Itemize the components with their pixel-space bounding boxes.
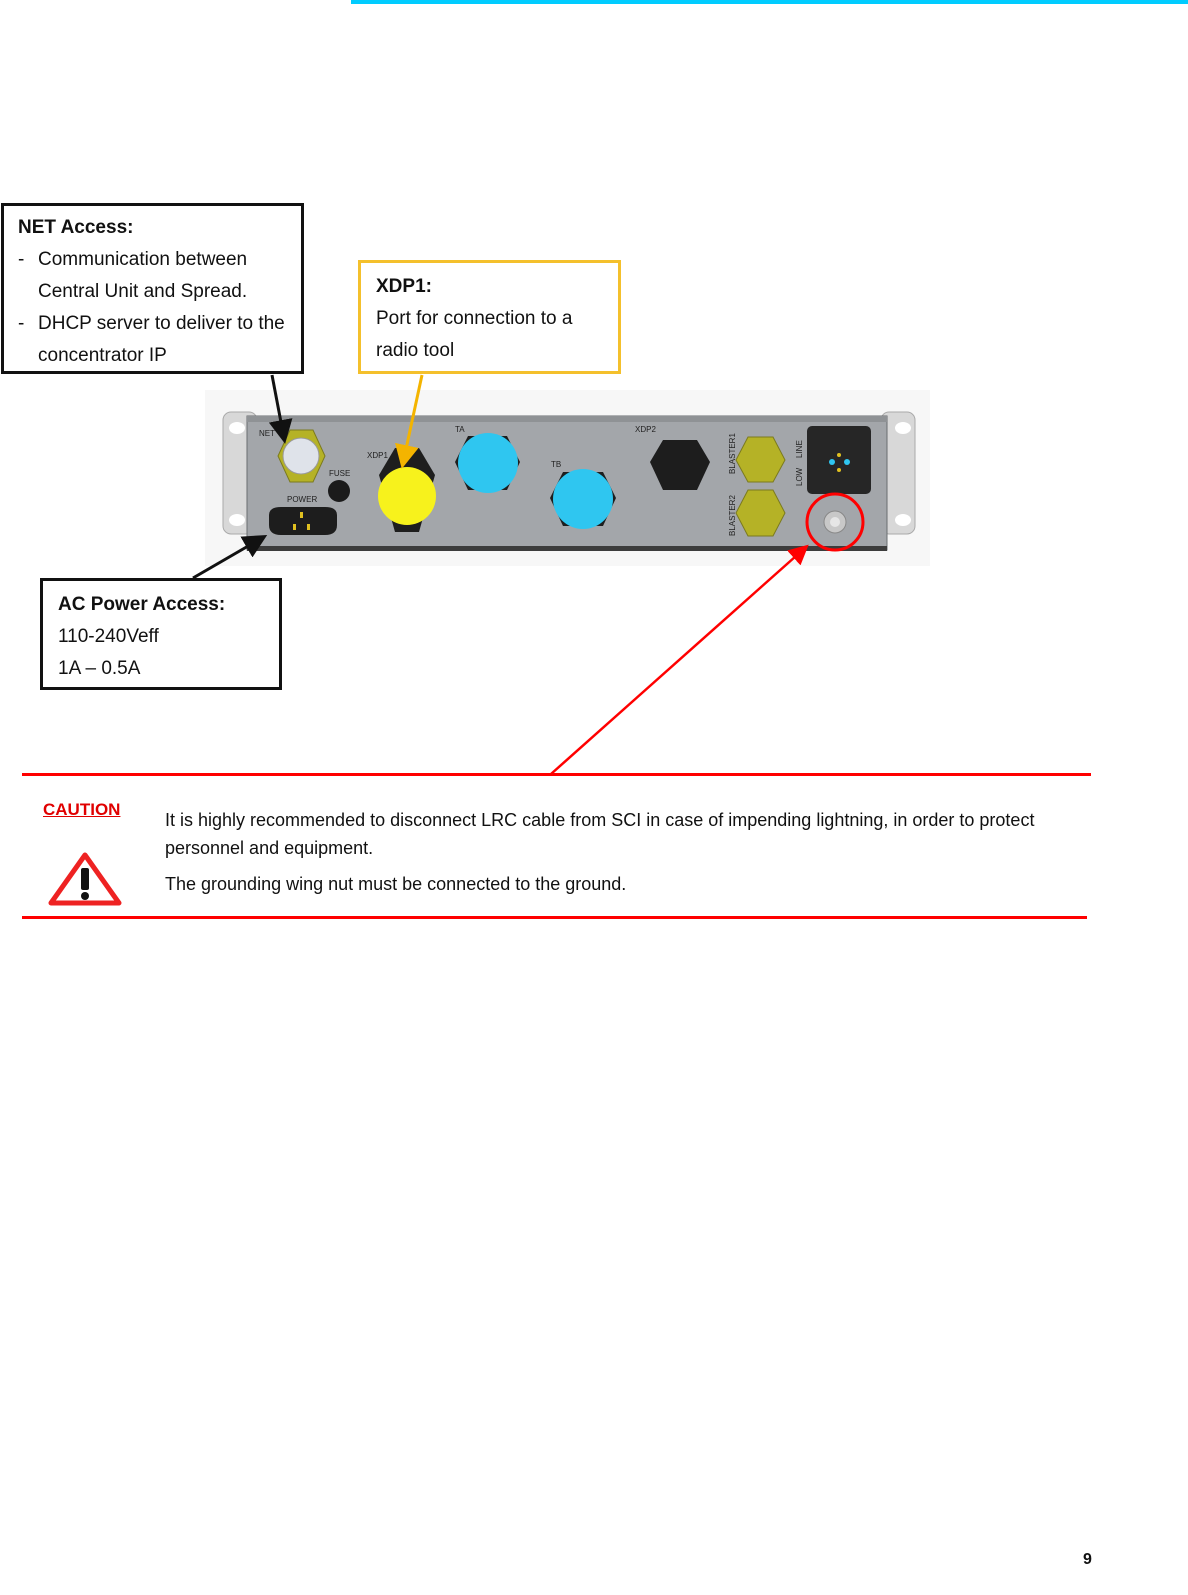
ta-port-label: TA [455, 425, 465, 434]
chassis-bottom-edge [247, 546, 887, 551]
line-label: LINE [795, 440, 804, 458]
xdp1-connector [378, 467, 436, 525]
power-inlet [269, 507, 337, 535]
blaster2-label: BLASTER2 [728, 495, 737, 536]
header-accent-bar [351, 0, 1188, 4]
power-pin [300, 512, 303, 518]
page-number: 9 [1083, 1551, 1092, 1568]
blaster1-label: BLASTER1 [728, 433, 737, 474]
power-pin [307, 524, 310, 530]
ac-power-current: 1A – 0.5A [58, 658, 141, 679]
lrc-pin [837, 468, 841, 472]
xdp2-port-label: XDP2 [635, 425, 656, 434]
caution-paragraph: It is highly recommended to disconnect L… [165, 810, 1035, 858]
caution-label: CAUTION [43, 800, 121, 819]
power-pin [293, 524, 296, 530]
rack-ear-hole [895, 422, 911, 434]
net-access-list: Communication between Central Unit and S… [18, 244, 287, 372]
grounding-nut-center [830, 517, 840, 527]
low-label: LOW [795, 467, 804, 486]
rack-ear-hole [229, 422, 245, 434]
lrc-connector [807, 426, 871, 494]
net-access-callout: NET Access: Communication between Centra… [1, 203, 304, 374]
net-access-item: Communication between Central Unit and S… [18, 244, 287, 308]
ta-connector [458, 433, 518, 493]
device-rear-panel-image: NET FUSE POWER XDP1 TA TB XDP2 BLASTER1 … [205, 390, 930, 566]
caution-paragraph: The grounding wing nut must be connected… [165, 874, 627, 894]
net-connector [282, 437, 320, 475]
grounding-arrow [550, 544, 809, 775]
xdp1-callout: XDP1: Port for connection to a radio too… [358, 260, 621, 374]
net-access-item: DHCP server to deliver to the concentrat… [18, 308, 287, 372]
tb-port-label: TB [551, 460, 561, 469]
ac-power-voltage: 110-240Veff [58, 626, 159, 647]
chassis-top-edge [247, 416, 887, 422]
xdp1-title: XDP1: [376, 276, 432, 297]
lrc-pin [829, 459, 835, 465]
warning-triangle-icon [48, 852, 122, 906]
net-access-title: NET Access: [18, 217, 134, 238]
lrc-pin [844, 459, 850, 465]
xdp1-port-label: XDP1 [367, 451, 388, 460]
rack-ear-hole [895, 514, 911, 526]
rack-ear-hole [229, 514, 245, 526]
net-port-label: NET [259, 429, 275, 438]
caution-bottom-rule [22, 916, 1087, 919]
fuse-label: FUSE [329, 469, 350, 478]
caution-text: It is highly recommended to disconnect L… [165, 806, 1085, 906]
rear-panel-drawing: NET FUSE POWER XDP1 TA TB XDP2 BLASTER1 … [222, 411, 916, 551]
xdp1-description: Port for connection to a radio tool [376, 308, 573, 361]
tb-connector [553, 469, 613, 529]
ac-power-title: AC Power Access: [58, 594, 226, 615]
caution-top-rule [22, 773, 1091, 776]
power-label: POWER [287, 495, 317, 504]
ac-power-callout: AC Power Access: 110-240Veff 1A – 0.5A [40, 578, 282, 690]
fuse-holder [328, 480, 350, 502]
lrc-pin [837, 453, 841, 457]
